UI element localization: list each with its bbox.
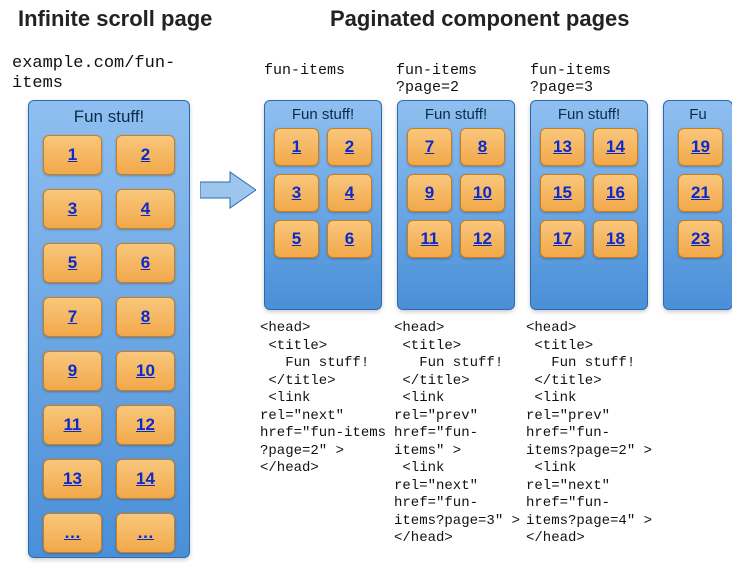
list-item[interactable]: 11 [43, 405, 102, 445]
list-item[interactable]: 1 [43, 135, 102, 175]
url-page-1: fun-items [264, 62, 345, 79]
url-page-2: fun-items ?page=2 [396, 62, 477, 97]
code-snippet-page-3: <head> <title> Fun stuff! </title> <link… [526, 320, 652, 548]
panel-title: Fun stuff! [531, 101, 647, 125]
heading-infinite-scroll: Infinite scroll page [18, 6, 212, 32]
list-item[interactable]: 4 [327, 174, 372, 212]
list-item[interactable]: 1 [274, 128, 319, 166]
page-items-grid: 7 8 9 10 11 12 [398, 125, 514, 267]
infinite-scroll-panel: Fun stuff! 1 2 3 4 5 6 7 8 9 10 11 12 13… [28, 100, 190, 558]
list-item[interactable]: 6 [116, 243, 175, 283]
list-item[interactable]: 8 [116, 297, 175, 337]
infinite-items-grid: 1 2 3 4 5 6 7 8 9 10 11 12 13 14 … … [29, 131, 189, 565]
list-item[interactable]: 10 [460, 174, 505, 212]
panel-title: Fu [664, 101, 732, 125]
list-item[interactable]: 7 [407, 128, 452, 166]
list-item[interactable]: 2 [116, 135, 175, 175]
panel-title: Fun stuff! [265, 101, 381, 125]
list-item[interactable]: 5 [43, 243, 102, 283]
list-item[interactable]: 15 [540, 174, 585, 212]
page-items-grid: 13 14 15 16 17 18 [531, 125, 647, 267]
panel-title: Fun stuff! [29, 101, 189, 131]
list-item[interactable]: 9 [407, 174, 452, 212]
list-item[interactable]: 23 [678, 220, 723, 258]
list-item[interactable]: 11 [407, 220, 452, 258]
page-panel-2: Fun stuff! 7 8 9 10 11 12 [397, 100, 515, 310]
list-item[interactable]: 16 [593, 174, 638, 212]
list-item[interactable]: 8 [460, 128, 505, 166]
page-items-grid: 1 2 3 4 5 6 [265, 125, 381, 267]
page-items-grid: 19 21 23 [664, 125, 732, 267]
list-item[interactable]: … [116, 513, 175, 553]
list-item[interactable]: 7 [43, 297, 102, 337]
list-item[interactable]: 10 [116, 351, 175, 391]
list-item[interactable]: 13 [43, 459, 102, 499]
heading-paginated: Paginated component pages [330, 6, 630, 32]
list-item[interactable]: 6 [327, 220, 372, 258]
list-item[interactable]: 12 [116, 405, 175, 445]
list-item[interactable]: 2 [327, 128, 372, 166]
list-item[interactable]: 9 [43, 351, 102, 391]
list-item[interactable]: 13 [540, 128, 585, 166]
list-item[interactable]: 21 [678, 174, 723, 212]
page-panel-3: Fun stuff! 13 14 15 16 17 18 [530, 100, 648, 310]
list-item[interactable]: 4 [116, 189, 175, 229]
list-item[interactable]: 3 [274, 174, 319, 212]
code-snippet-page-1: <head> <title> Fun stuff! </title> <link… [260, 320, 386, 478]
list-item[interactable]: 19 [678, 128, 723, 166]
list-item[interactable]: 5 [274, 220, 319, 258]
panel-title: Fun stuff! [398, 101, 514, 125]
list-item[interactable]: 14 [593, 128, 638, 166]
list-item[interactable]: 3 [43, 189, 102, 229]
url-page-3: fun-items ?page=3 [530, 62, 611, 97]
code-snippet-page-2: <head> <title> Fun stuff! </title> <link… [394, 320, 520, 548]
page-panel-4-clipped: Fu 19 21 23 [663, 100, 732, 310]
list-item[interactable]: 17 [540, 220, 585, 258]
list-item[interactable]: 14 [116, 459, 175, 499]
list-item[interactable]: 12 [460, 220, 505, 258]
url-infinite: example.com/fun- items [12, 54, 175, 95]
list-item[interactable]: 18 [593, 220, 638, 258]
arrow-right-icon [200, 170, 256, 210]
list-item[interactable]: … [43, 513, 102, 553]
page-panel-1: Fun stuff! 1 2 3 4 5 6 [264, 100, 382, 310]
